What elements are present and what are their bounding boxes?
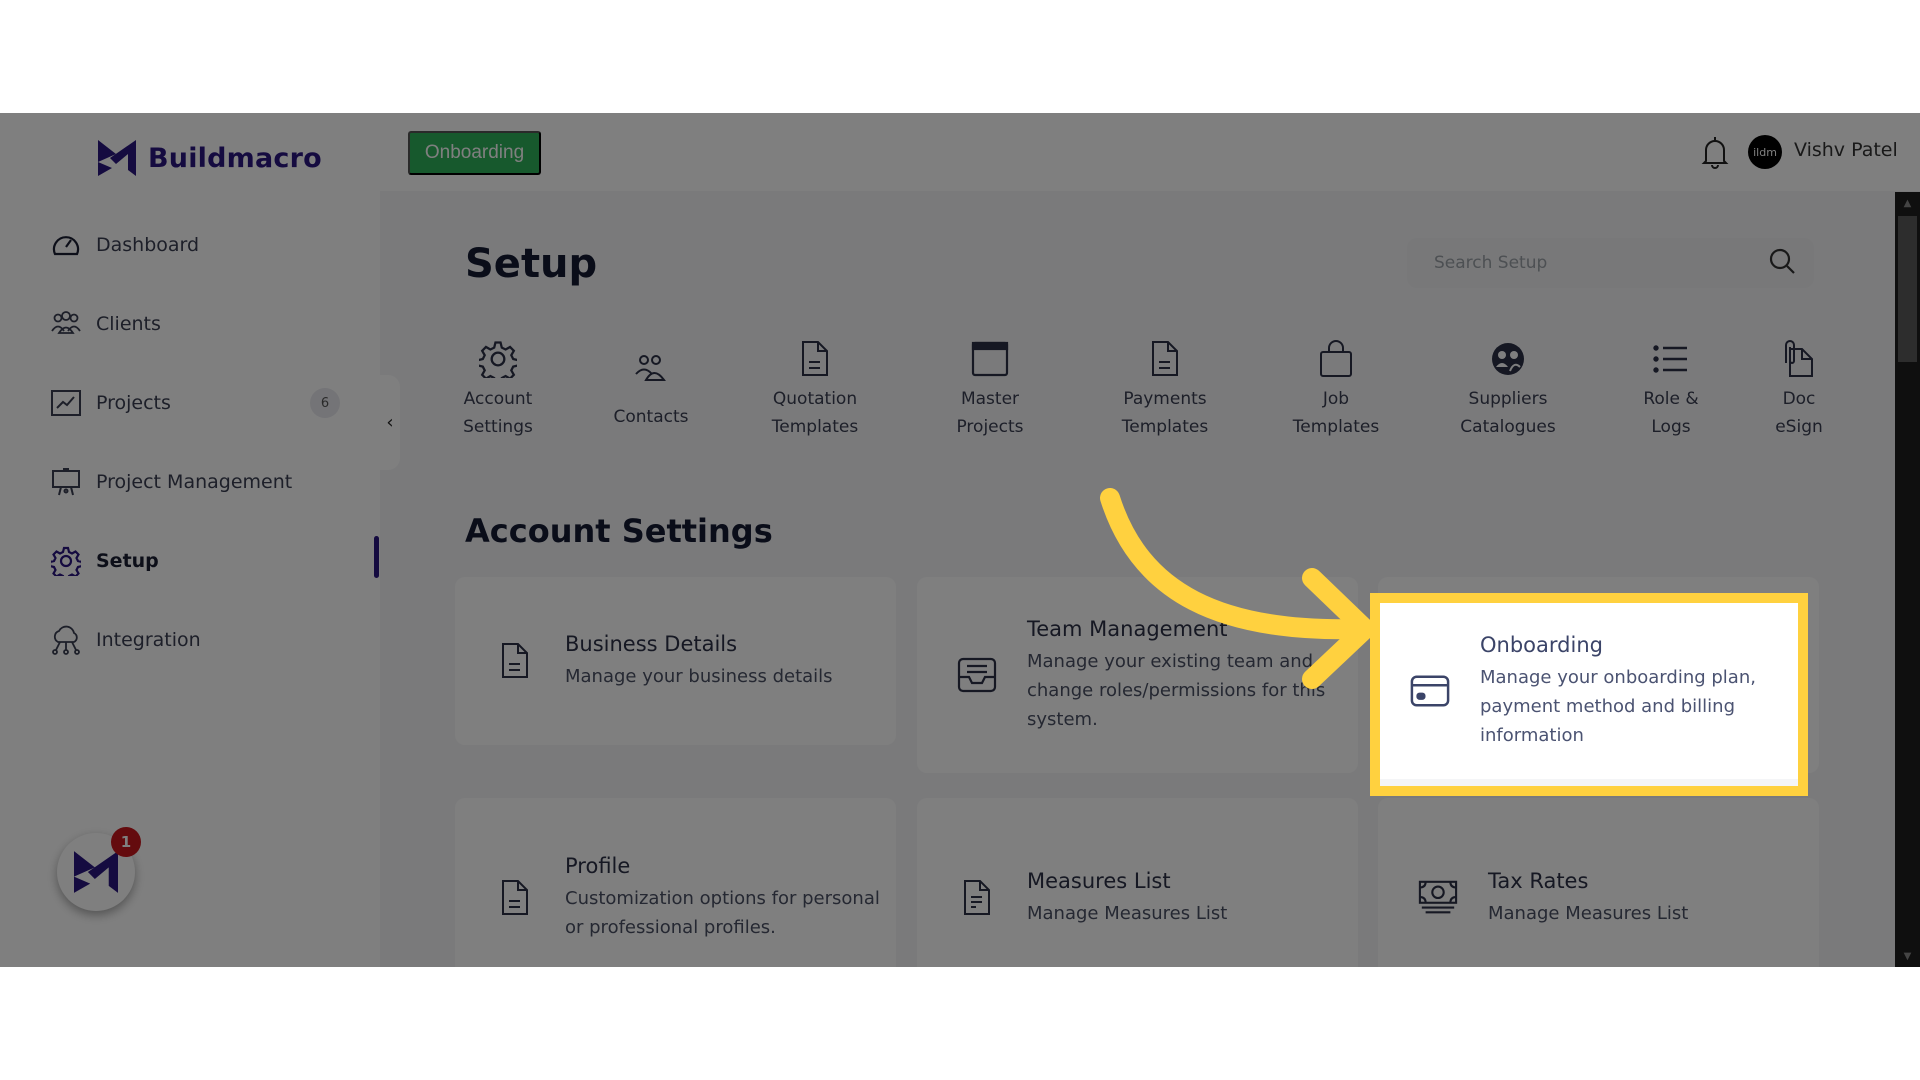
search-icon[interactable] xyxy=(1768,247,1796,279)
card-title: Measures List xyxy=(1027,868,1171,893)
tab-label: Quotation Templates xyxy=(771,389,859,437)
chart-line-icon xyxy=(50,387,82,419)
credit-card-icon xyxy=(1410,668,1450,714)
sidebar-item-label: Project Management xyxy=(96,471,293,493)
sidebar-item-integration[interactable]: Integration xyxy=(50,620,350,660)
active-indicator xyxy=(374,536,379,578)
document-icon xyxy=(495,638,535,684)
notification-count-badge: 1 xyxy=(111,827,141,857)
main-content: Setup Account Settings Contacts Quotatio… xyxy=(380,191,1895,967)
tab-contacts[interactable]: Contacts xyxy=(586,349,716,431)
card-description: Customization options for personal or pr… xyxy=(565,888,880,938)
bag-icon xyxy=(1316,339,1356,379)
tab-job-templates[interactable]: Job Templates xyxy=(1271,339,1401,441)
users-group-icon xyxy=(50,308,82,340)
card-bottom-strip xyxy=(1380,779,1798,786)
gear-icon xyxy=(50,545,82,577)
search-box xyxy=(1407,238,1814,288)
tab-label: Master Projects xyxy=(956,389,1024,437)
user-name[interactable]: Vishv Patel xyxy=(1794,139,1898,161)
tab-payments-templates[interactable]: Payments Templates xyxy=(1100,339,1230,441)
sidebar-item-project-management[interactable]: Project Management xyxy=(50,462,350,502)
scroll-down-arrow-icon[interactable]: ▼ xyxy=(1895,945,1920,967)
tab-master-projects[interactable]: Master Projects xyxy=(925,339,1055,441)
card-measures-list[interactable]: Measures List Manage Measures List xyxy=(917,798,1358,967)
brand-logo[interactable]: Buildmacro xyxy=(98,140,322,176)
document-icon xyxy=(495,875,535,921)
card-tax-rates[interactable]: Tax Rates Manage Measures List xyxy=(1378,798,1819,967)
list-icon xyxy=(1651,339,1691,379)
inbox-tray-icon xyxy=(957,652,997,698)
card-profile[interactable]: Profile Customization options for person… xyxy=(455,798,896,967)
card-title: Business Details xyxy=(565,631,738,656)
tab-label: Payments Templates xyxy=(1121,389,1209,437)
sidebar-item-label: Integration xyxy=(96,629,201,651)
card-title: Profile xyxy=(565,854,631,878)
bell-icon[interactable] xyxy=(1700,135,1730,169)
sidebar-item-dashboard[interactable]: Dashboard xyxy=(50,225,350,265)
suppliers-icon xyxy=(1488,339,1528,379)
tab-label: Suppliers Catalogues xyxy=(1460,389,1556,437)
tab-account-settings[interactable]: Account Settings xyxy=(433,339,563,441)
sidebar-item-label: Setup xyxy=(96,550,159,572)
sidebar-item-clients[interactable]: Clients xyxy=(50,304,350,344)
scrollbar-thumb[interactable] xyxy=(1898,216,1917,362)
gear-icon xyxy=(478,339,518,379)
buildmacro-logo-icon xyxy=(98,140,136,176)
card-title: Onboarding xyxy=(1480,632,1603,657)
app-window: Buildmacro Dashboard Clients Projects 6 xyxy=(0,113,1920,967)
tab-label: Job Templates xyxy=(1292,389,1380,437)
card-description: Manage Measures List xyxy=(1488,902,1689,924)
contacts-icon xyxy=(631,349,671,389)
page-title: Setup xyxy=(465,241,598,287)
card-onboarding[interactable]: Onboarding Manage your onboarding plan, … xyxy=(1380,603,1798,779)
dashboard-gauge-icon xyxy=(50,229,82,261)
presentation-board-icon xyxy=(50,466,82,498)
tab-quotation-templates[interactable]: Quotation Templates xyxy=(750,339,880,441)
buildmacro-logo-icon xyxy=(74,851,118,893)
avatar[interactable]: ildm xyxy=(1748,135,1782,169)
chat-launcher-button[interactable]: 1 xyxy=(57,827,141,911)
scroll-up-arrow-icon[interactable]: ▲ xyxy=(1895,192,1920,214)
card-business-details[interactable]: Business Details Manage your business de… xyxy=(455,577,896,745)
scrollbar[interactable]: ▲ ▼ xyxy=(1895,192,1920,967)
cloud-network-icon xyxy=(50,624,82,656)
paperclip-document-icon xyxy=(1779,339,1819,379)
card-description: Manage Measures List xyxy=(1027,902,1228,924)
card-description: Manage your onboarding plan, payment met… xyxy=(1480,666,1756,746)
tab-label: Doc eSign xyxy=(1775,389,1823,437)
onboarding-button[interactable]: Onboarding xyxy=(408,131,541,175)
brand-name: Buildmacro xyxy=(148,142,322,174)
card-title: Tax Rates xyxy=(1488,868,1589,893)
tab-label: Account Settings xyxy=(463,389,533,437)
sidebar-item-projects[interactable]: Projects 6 xyxy=(50,383,350,423)
document-icon xyxy=(1145,339,1185,379)
highlight-box: Onboarding Manage your onboarding plan, … xyxy=(1370,593,1808,796)
tab-label: Contacts xyxy=(613,407,689,427)
document-icon xyxy=(957,875,997,921)
document-icon xyxy=(795,339,835,379)
sidebar-item-label: Projects xyxy=(96,392,171,414)
tab-role-logs[interactable]: Role & Logs xyxy=(1606,339,1736,441)
tab-suppliers-catalogues[interactable]: Suppliers Catalogues xyxy=(1443,339,1573,441)
window-icon xyxy=(970,339,1010,379)
card-title: Team Management xyxy=(1027,616,1228,641)
tab-doc-esign[interactable]: Doc eSign xyxy=(1734,339,1864,441)
money-stack-icon xyxy=(1418,875,1458,921)
card-team-management[interactable]: Team Management Manage your existing tea… xyxy=(917,577,1358,773)
card-description: Manage your existing team and change rol… xyxy=(1027,650,1326,730)
card-description: Manage your business details xyxy=(565,665,833,687)
projects-count-badge: 6 xyxy=(310,388,340,418)
section-title: Account Settings xyxy=(465,512,773,550)
sidebar: Buildmacro Dashboard Clients Projects 6 xyxy=(0,113,380,967)
sidebar-item-setup[interactable]: Setup xyxy=(50,541,350,581)
sidebar-item-label: Dashboard xyxy=(96,234,200,256)
tab-label: Role & Logs xyxy=(1643,389,1699,437)
search-input[interactable] xyxy=(1434,253,1768,273)
setup-category-tabs: Account Settings Contacts Quotation Temp… xyxy=(380,339,1895,449)
topbar: Onboarding ildm Vishv Patel xyxy=(380,113,1920,191)
sidebar-item-label: Clients xyxy=(96,313,161,335)
